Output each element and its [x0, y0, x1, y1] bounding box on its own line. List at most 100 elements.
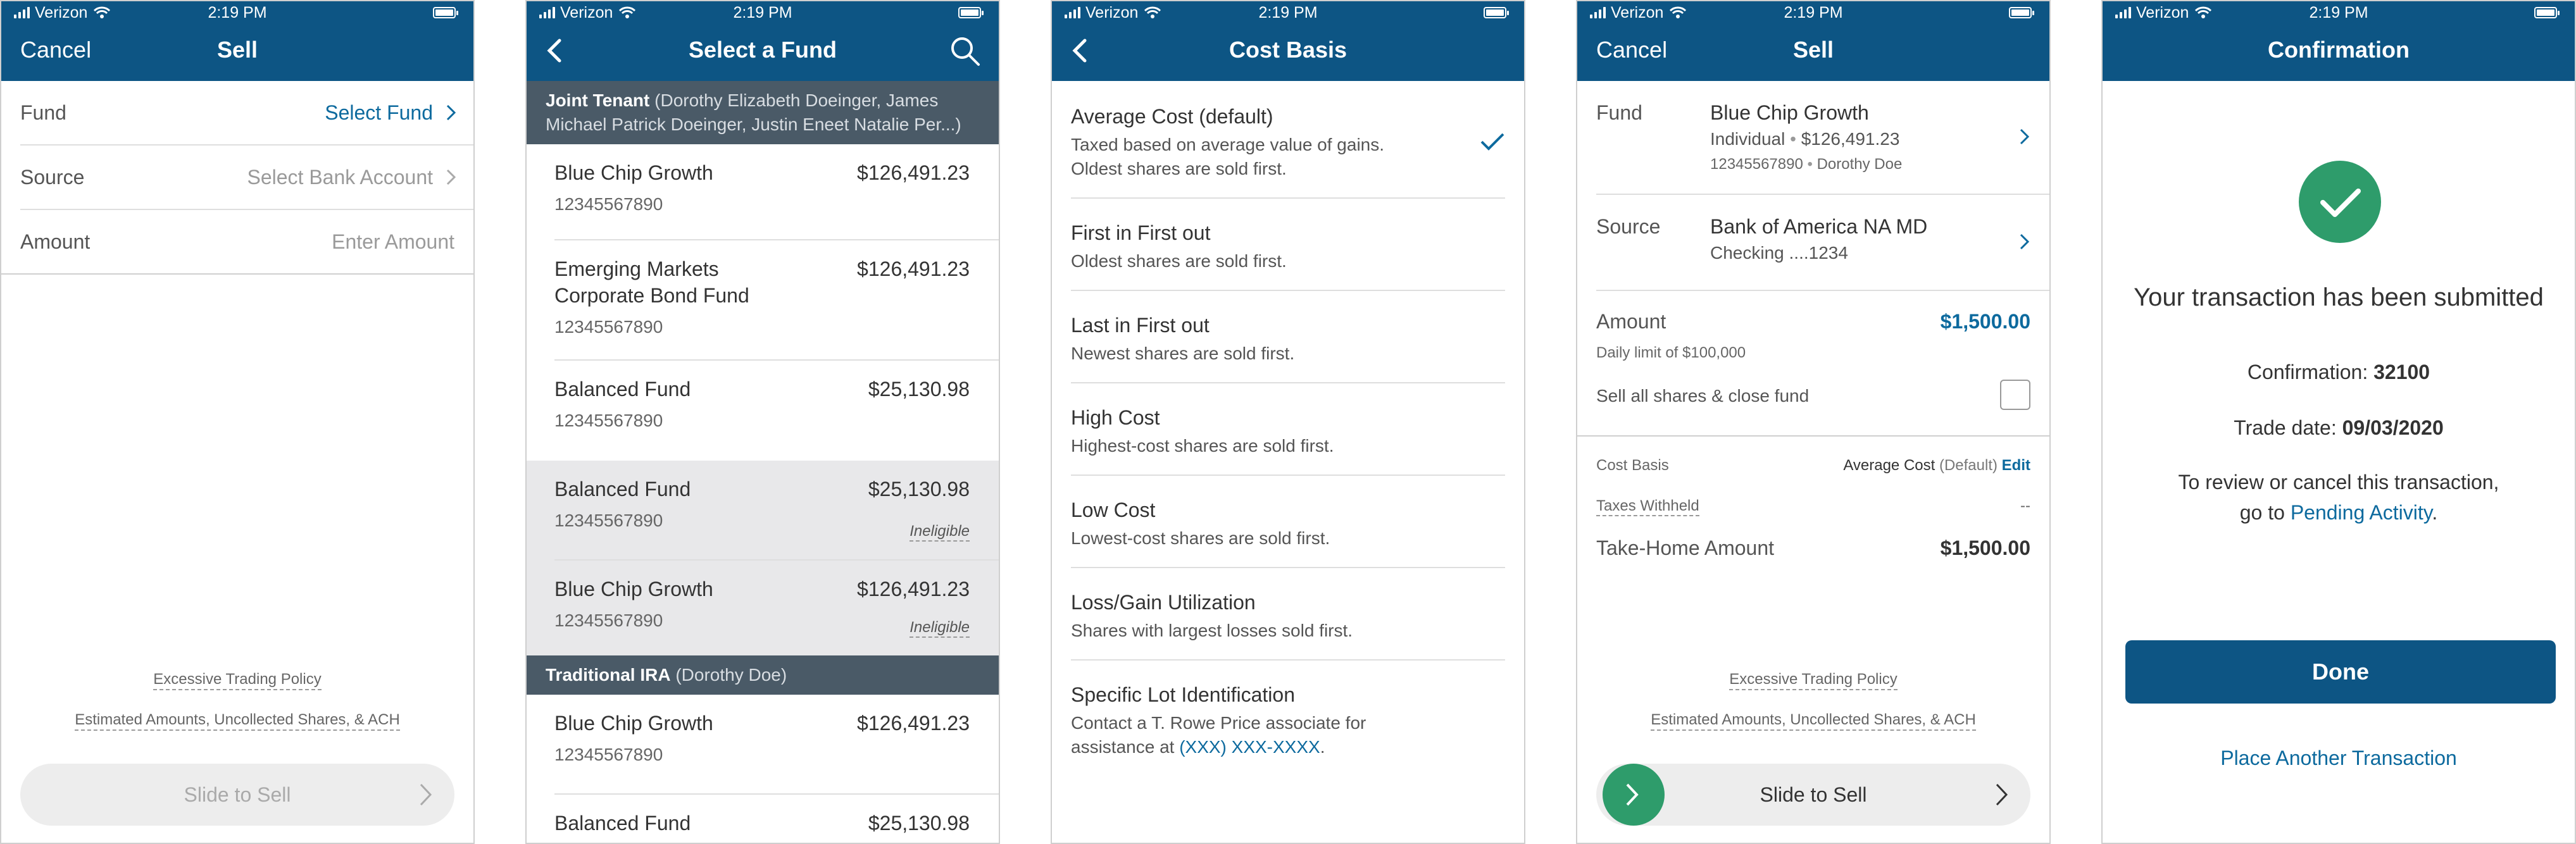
- option-title: High Cost: [1071, 406, 1160, 429]
- source-row[interactable]: Source Bank of America NA MD Checking ..…: [1596, 195, 2049, 291]
- link-text: Excessive Trading Policy: [1729, 671, 1898, 690]
- nav-bar: Cancel Sell: [1, 24, 473, 81]
- checkmark-icon: [1480, 133, 1504, 151]
- fund-account: 12345567890: [554, 745, 663, 764]
- search-icon[interactable]: [948, 34, 982, 68]
- option-desc: Highest-cost shares are sold first.: [1071, 436, 1334, 456]
- fund-amount: $25,130.98: [868, 378, 970, 400]
- page-title: Cost Basis: [1229, 37, 1347, 63]
- taxes-withheld-tooltip[interactable]: Taxes Withheld: [1596, 497, 1699, 516]
- option-low-cost[interactable]: Low Cost Lowest-cost shares are sold fir…: [1071, 476, 1505, 568]
- chevron-right-icon: [420, 783, 432, 806]
- amount-label: Amount: [20, 230, 91, 253]
- pending-activity-link[interactable]: Pending Activity: [2291, 501, 2432, 524]
- fund-name: Blue Chip Growth: [1710, 101, 1869, 124]
- section-title: Traditional IRA: [546, 665, 671, 685]
- amount-input[interactable]: Enter Amount: [332, 210, 454, 273]
- review-text: To review or cancel this transaction,: [2178, 471, 2499, 493]
- fund-account: 12345567890: [554, 194, 663, 214]
- option-high-cost[interactable]: High Cost Highest-cost shares are sold f…: [1071, 383, 1505, 476]
- fund-label: Fund: [1596, 101, 1642, 124]
- fund-item[interactable]: Balanced Fund $25,130.98: [554, 795, 999, 843]
- fund-label: Fund: [20, 101, 66, 124]
- excessive-trading-link[interactable]: Excessive Trading Policy: [1577, 671, 2049, 690]
- fund-item[interactable]: Blue Chip Growth $126,491.23 12345567890: [554, 144, 999, 240]
- slide-to-sell-slider[interactable]: Slide to Sell: [20, 764, 454, 826]
- fund-name: Emerging Markets Corporate Bond Fund: [554, 258, 749, 307]
- estimated-amounts-link[interactable]: Estimated Amounts, Uncollected Shares, &…: [1, 711, 473, 731]
- excessive-trading-link[interactable]: Excessive Trading Policy: [1, 671, 473, 690]
- trade-date-label: Trade date:: [2234, 416, 2337, 439]
- slide-to-sell-slider[interactable]: Slide to Sell: [1596, 764, 2030, 826]
- status-time: 2:19 PM: [1258, 4, 1318, 22]
- fund-name: Balanced Fund: [554, 478, 691, 500]
- screen-confirmation: Verizon 2:19 PM Confirmation Your transa…: [2101, 0, 2576, 844]
- battery-icon: [2009, 7, 2034, 18]
- fund-item[interactable]: Balanced Fund $25,130.98 12345567890: [554, 361, 999, 461]
- slider-label: Slide to Sell: [184, 783, 291, 806]
- option-fifo[interactable]: First in First out Oldest shares are sol…: [1071, 199, 1505, 291]
- success-message: Your transaction has been submitted: [2134, 283, 2544, 311]
- amount-label: Amount: [1596, 310, 1666, 333]
- page-title: Confirmation: [2268, 37, 2410, 63]
- option-lifo[interactable]: Last in First out Newest shares are sold…: [1071, 291, 1505, 383]
- fund-row[interactable]: Fund Select Fund: [20, 81, 473, 146]
- success-check-icon: [2299, 161, 2381, 243]
- edit-cost-basis-link[interactable]: Edit: [2002, 457, 2030, 474]
- status-time: 2:19 PM: [2309, 4, 2368, 22]
- fund-amount: $25,130.98: [868, 812, 970, 835]
- nav-bar: Confirmation: [2103, 24, 2575, 81]
- status-bar: Verizon 2:19 PM: [527, 1, 999, 24]
- ineligible-tooltip[interactable]: Ineligible: [910, 619, 970, 638]
- link-text: Excessive Trading Policy: [153, 671, 322, 690]
- done-button[interactable]: Done: [2125, 640, 2556, 704]
- ineligible-tooltip[interactable]: Ineligible: [910, 523, 970, 542]
- fund-item[interactable]: Blue Chip Growth $126,491.23 12345567890: [554, 695, 999, 795]
- nav-bar: Cancel Sell: [1577, 24, 2049, 81]
- section-owners: (Dorothy Doe): [675, 665, 787, 685]
- phone-link[interactable]: (XXX) XXX-XXXX: [1179, 737, 1320, 757]
- battery-icon: [958, 7, 984, 18]
- review-text-2: go to Pending Activity.: [2103, 501, 2575, 524]
- fund-row[interactable]: Fund Blue Chip Growth Individual • $126,…: [1596, 81, 2049, 195]
- option-specific-lot[interactable]: Specific Lot Identification Contact a T.…: [1071, 661, 1505, 776]
- fund-account: 12345567890: [554, 317, 663, 337]
- sell-all-checkbox[interactable]: [2000, 380, 2030, 410]
- source-row[interactable]: Source Select Bank Account: [20, 146, 473, 210]
- option-title: Average Cost (default): [1071, 105, 1273, 128]
- fund-item[interactable]: Emerging Markets Corporate Bond Fund $12…: [554, 240, 999, 361]
- option-desc: Newest shares are sold first.: [1071, 344, 1295, 363]
- place-another-transaction-link[interactable]: Place Another Transaction: [2103, 747, 2575, 770]
- sell-all-label: Sell all shares & close fund: [1596, 386, 1810, 406]
- option-title: First in First out: [1071, 221, 1211, 244]
- amount-input[interactable]: $1,500.00: [1941, 310, 2030, 333]
- slider-knob[interactable]: [1603, 764, 1665, 826]
- fund-account: 12345567890: [554, 411, 663, 430]
- estimated-amounts-link[interactable]: Estimated Amounts, Uncollected Shares, &…: [1577, 711, 2049, 731]
- link-text: Estimated Amounts, Uncollected Shares, &…: [75, 711, 400, 731]
- take-home-value: $1,500.00: [1940, 537, 2030, 559]
- option-loss-gain[interactable]: Loss/Gain Utilization Shares with larges…: [1071, 568, 1505, 661]
- amount-row[interactable]: Amount Enter Amount: [1, 210, 473, 275]
- option-average-cost[interactable]: Average Cost (default) Taxed based on av…: [1071, 81, 1505, 199]
- chevron-right-icon: [1626, 783, 1639, 806]
- screen-select-fund: Verizon 2:19 PM Select a Fund Joint Tena…: [525, 0, 1000, 844]
- fund-item-ineligible: Balanced Fund $25,130.98 12345567890 Ine…: [554, 461, 999, 561]
- battery-icon: [433, 7, 458, 18]
- fund-name: Blue Chip Growth: [554, 712, 713, 735]
- cost-basis-row: Cost Basis Average Cost (Default) Edit: [1577, 437, 2049, 481]
- section-title: Joint Tenant: [546, 90, 650, 110]
- screen-sell-empty: Verizon 2:19 PM Cancel Sell Fund Select …: [0, 0, 475, 844]
- page-title: Sell: [1792, 37, 1834, 63]
- select-fund-link[interactable]: Select Fund: [325, 81, 433, 144]
- select-bank-account[interactable]: Select Bank Account: [247, 146, 433, 209]
- screen-sell-filled: Verizon 2:19 PM Cancel Sell Fund Blue Ch…: [1576, 0, 2051, 844]
- taxes-row: Taxes Withheld --: [1577, 481, 2049, 523]
- status-time: 2:19 PM: [208, 4, 267, 22]
- page-title: Sell: [216, 37, 258, 63]
- fund-type: Individual: [1710, 129, 1785, 149]
- fund-name: Blue Chip Growth: [554, 578, 713, 600]
- source-label: Source: [20, 166, 85, 189]
- option-title: Loss/Gain Utilization: [1071, 591, 1256, 614]
- link-text: Estimated Amounts, Uncollected Shares, &…: [1651, 711, 1976, 731]
